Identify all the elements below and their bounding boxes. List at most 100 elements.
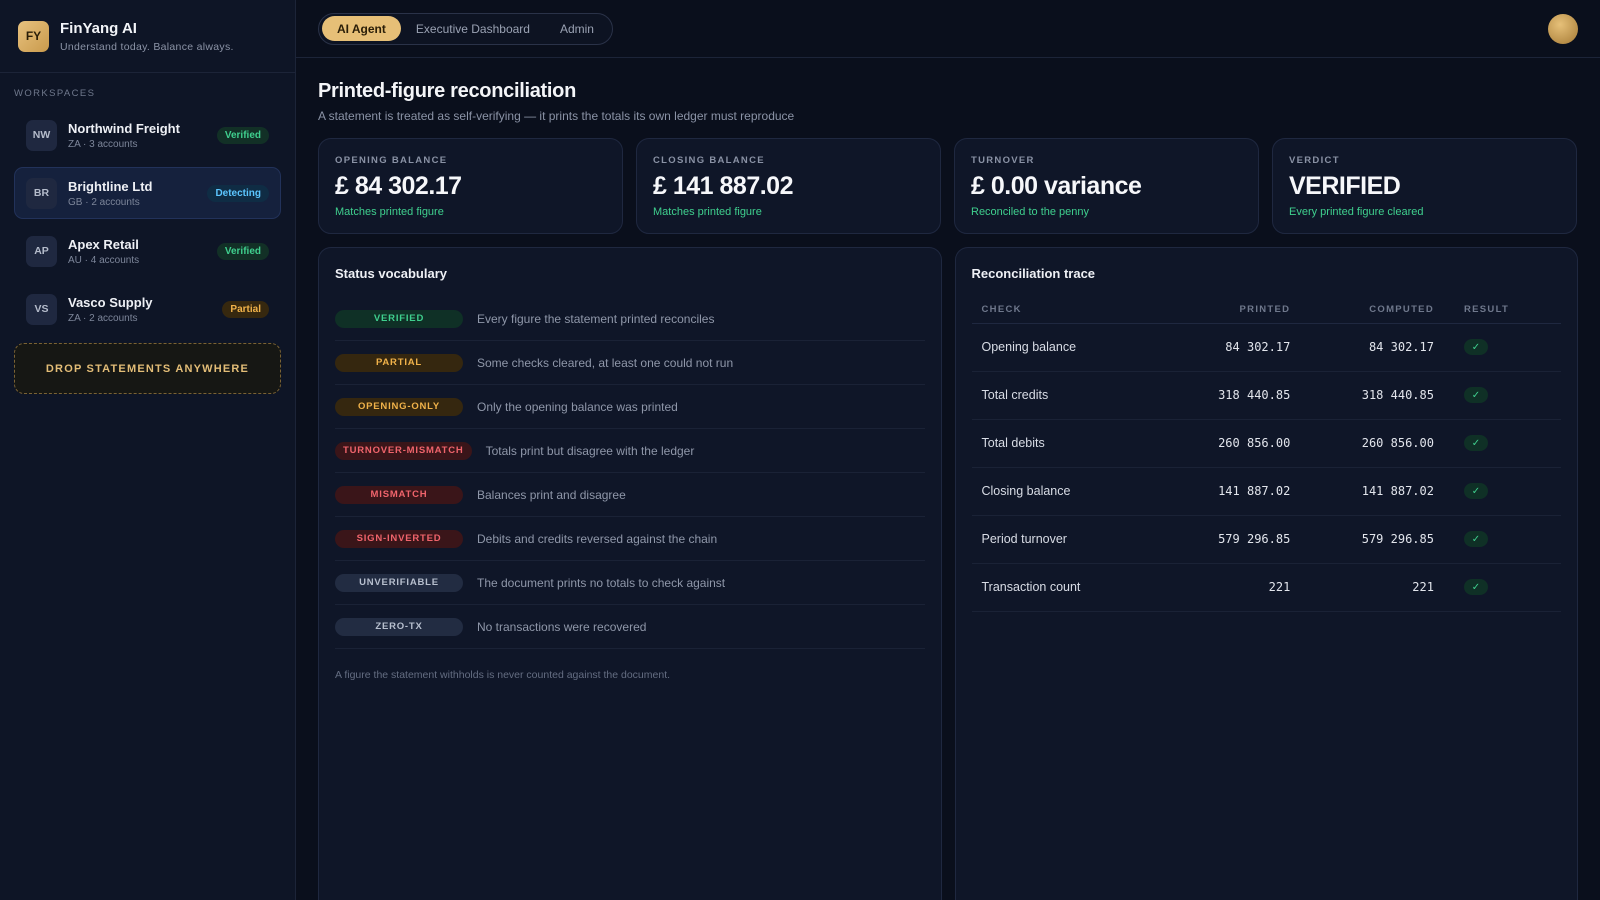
status-vocabulary-panel: Status vocabulary VERIFIED Every figure … (318, 247, 942, 900)
computed-value: 318 440.85 (1300, 371, 1444, 420)
status-badge: TURNOVER-MISMATCH (335, 441, 472, 460)
panels-row: Status vocabulary VERIFIED Every figure … (318, 247, 1578, 900)
check-icon: ✓ (1463, 339, 1488, 356)
kpi-label: CLOSING BALANCE (653, 155, 765, 166)
status-badge: PARTIAL (335, 353, 463, 372)
status-description: Debits and credits reversed against the … (477, 531, 718, 546)
list-item: ZERO-TX No transactions were recovered (335, 605, 925, 649)
brand-header: FY FinYang AI Understand today. Balance … (0, 0, 295, 73)
kpi-label: VERDICT (1289, 155, 1340, 166)
brand-name: FinYang AI (60, 19, 137, 37)
computed-value: 260 856.00 (1300, 419, 1444, 468)
statement-dropzone[interactable]: DROP STATEMENTS ANYWHERE (14, 343, 281, 394)
check-name: Opening balance (971, 323, 1157, 372)
workspace-meta: ZA · 2 accounts (68, 312, 138, 324)
brand-logo[interactable]: FY (18, 20, 49, 52)
workspace-list: NW Northwind Freight ZA · 3 accounts Ver… (0, 109, 295, 335)
check-icon: ✓ (1463, 387, 1488, 404)
computed-value: 84 302.17 (1300, 323, 1444, 372)
kpi-note: Every printed figure cleared (1289, 206, 1424, 218)
table-header-row: CHECK PRINTED COMPUTED RESULT (971, 297, 1561, 324)
status-description: No transactions were recovered (477, 619, 647, 634)
workspace-meta: GB · 2 accounts (68, 196, 140, 208)
page-title: Printed-figure reconciliation (318, 80, 576, 102)
column-header-result: RESULT (1443, 297, 1561, 324)
check-name: Total debits (971, 419, 1157, 468)
reconciliation-trace-panel: Reconciliation trace CHECK PRINTED COMPU… (954, 247, 1578, 900)
check-name: Total credits (971, 371, 1157, 420)
printed-value: 318 440.85 (1156, 371, 1301, 420)
workspace-item-vasco-supply[interactable]: VS Vasco Supply ZA · 2 accounts Partial (14, 283, 281, 335)
kpi-card-verdict: VERDICT VERIFIED Every printed figure cl… (1272, 138, 1577, 234)
table-row: Closing balance 141 887.02 141 887.02 ✓ (971, 467, 1561, 516)
kpi-note: Matches printed figure (335, 206, 444, 218)
status-description: Only the opening balance was printed (477, 399, 678, 414)
kpi-value: £ 84 302.17 (335, 172, 462, 200)
list-item: TURNOVER-MISMATCH Totals print but disag… (335, 429, 925, 473)
brand-tagline: Understand today. Balance always. (60, 40, 234, 53)
panel-title: Reconciliation trace (971, 266, 1096, 281)
table-row: Transaction count 221 221 ✓ (971, 563, 1561, 612)
check-name: Period turnover (971, 515, 1157, 564)
workspace-avatar: VS (26, 293, 57, 325)
kpi-card-opening-balance: OPENING BALANCE £ 84 302.17 Matches prin… (318, 138, 623, 234)
kpi-note: Reconciled to the penny (971, 206, 1090, 218)
table-row: Total credits 318 440.85 318 440.85 ✓ (971, 371, 1561, 420)
status-description: Every figure the statement printed recon… (477, 311, 715, 326)
workspace-meta: AU · 4 accounts (68, 254, 140, 266)
status-badge: UNVERIFIABLE (335, 573, 463, 592)
tab-ai-agent[interactable]: AI Agent (322, 16, 401, 41)
panel-title: Status vocabulary (335, 266, 447, 281)
tab-admin[interactable]: Admin (545, 16, 609, 41)
top-bar: AI Agent Executive Dashboard Admin (296, 0, 1600, 58)
status-badge: ZERO-TX (335, 617, 463, 636)
workspace-status-badge: Partial (222, 300, 269, 318)
view-tabs: AI Agent Executive Dashboard Admin (318, 12, 613, 45)
check-name: Closing balance (971, 467, 1157, 516)
printed-value: 84 302.17 (1156, 323, 1301, 372)
check-icon: ✓ (1463, 579, 1488, 596)
check-icon: ✓ (1463, 531, 1488, 548)
column-header-computed: COMPUTED (1300, 297, 1444, 324)
kpi-label: OPENING BALANCE (335, 155, 448, 166)
kpi-note: Matches printed figure (653, 206, 762, 218)
sidebar: FY FinYang AI Understand today. Balance … (0, 0, 296, 900)
list-item: PARTIAL Some checks cleared, at least on… (335, 341, 925, 385)
reconciliation-table: CHECK PRINTED COMPUTED RESULT Opening ba… (971, 297, 1561, 612)
check-name: Transaction count (971, 563, 1157, 612)
list-item: OPENING-ONLY Only the opening balance wa… (335, 385, 925, 429)
workspace-item-northwind-freight[interactable]: NW Northwind Freight ZA · 3 accounts Ver… (14, 109, 281, 161)
computed-value: 221 (1300, 563, 1444, 612)
workspace-item-apex-retail[interactable]: AP Apex Retail AU · 4 accounts Verified (14, 225, 281, 277)
workspace-name: Vasco Supply (68, 294, 153, 310)
workspace-status-badge: Verified (216, 126, 269, 144)
workspace-meta: ZA · 3 accounts (68, 138, 138, 150)
kpi-value: £ 141 887.02 (653, 172, 793, 200)
workspace-avatar: AP (26, 235, 57, 267)
workspace-avatar: BR (26, 177, 57, 209)
list-item: VERIFIED Every figure the statement prin… (335, 297, 925, 341)
kpi-label: TURNOVER (971, 155, 1035, 166)
footnote: A figure the statement withholds is neve… (335, 669, 671, 681)
kpi-card-closing-balance: CLOSING BALANCE £ 141 887.02 Matches pri… (636, 138, 941, 234)
kpi-row: OPENING BALANCE £ 84 302.17 Matches prin… (318, 138, 1578, 234)
tab-executive-dashboard[interactable]: Executive Dashboard (401, 16, 545, 41)
kpi-card-turnover: TURNOVER £ 0.00 variance Reconciled to t… (954, 138, 1259, 234)
workspace-item-brightline-ltd[interactable]: BR Brightline Ltd GB · 2 accounts Detect… (14, 167, 281, 219)
list-item: UNVERIFIABLE The document prints no tota… (335, 561, 925, 605)
status-vocabulary-list: VERIFIED Every figure the statement prin… (335, 297, 925, 649)
table-row: Total debits 260 856.00 260 856.00 ✓ (971, 419, 1561, 468)
table-row: Period turnover 579 296.85 579 296.85 ✓ (971, 515, 1561, 564)
kpi-value: VERIFIED (1289, 172, 1401, 200)
user-avatar[interactable] (1548, 14, 1578, 44)
workspace-status-badge: Verified (216, 242, 269, 260)
workspace-avatar: NW (26, 119, 57, 151)
computed-value: 141 887.02 (1300, 467, 1444, 516)
computed-value: 579 296.85 (1300, 515, 1444, 564)
status-badge: MISMATCH (335, 485, 463, 504)
status-description: Balances print and disagree (477, 487, 626, 502)
workspace-name: Brightline Ltd (68, 178, 153, 194)
status-description: Some checks cleared, at least one could … (477, 355, 734, 370)
workspace-status-badge: Detecting (207, 184, 269, 202)
printed-value: 221 (1156, 563, 1301, 612)
